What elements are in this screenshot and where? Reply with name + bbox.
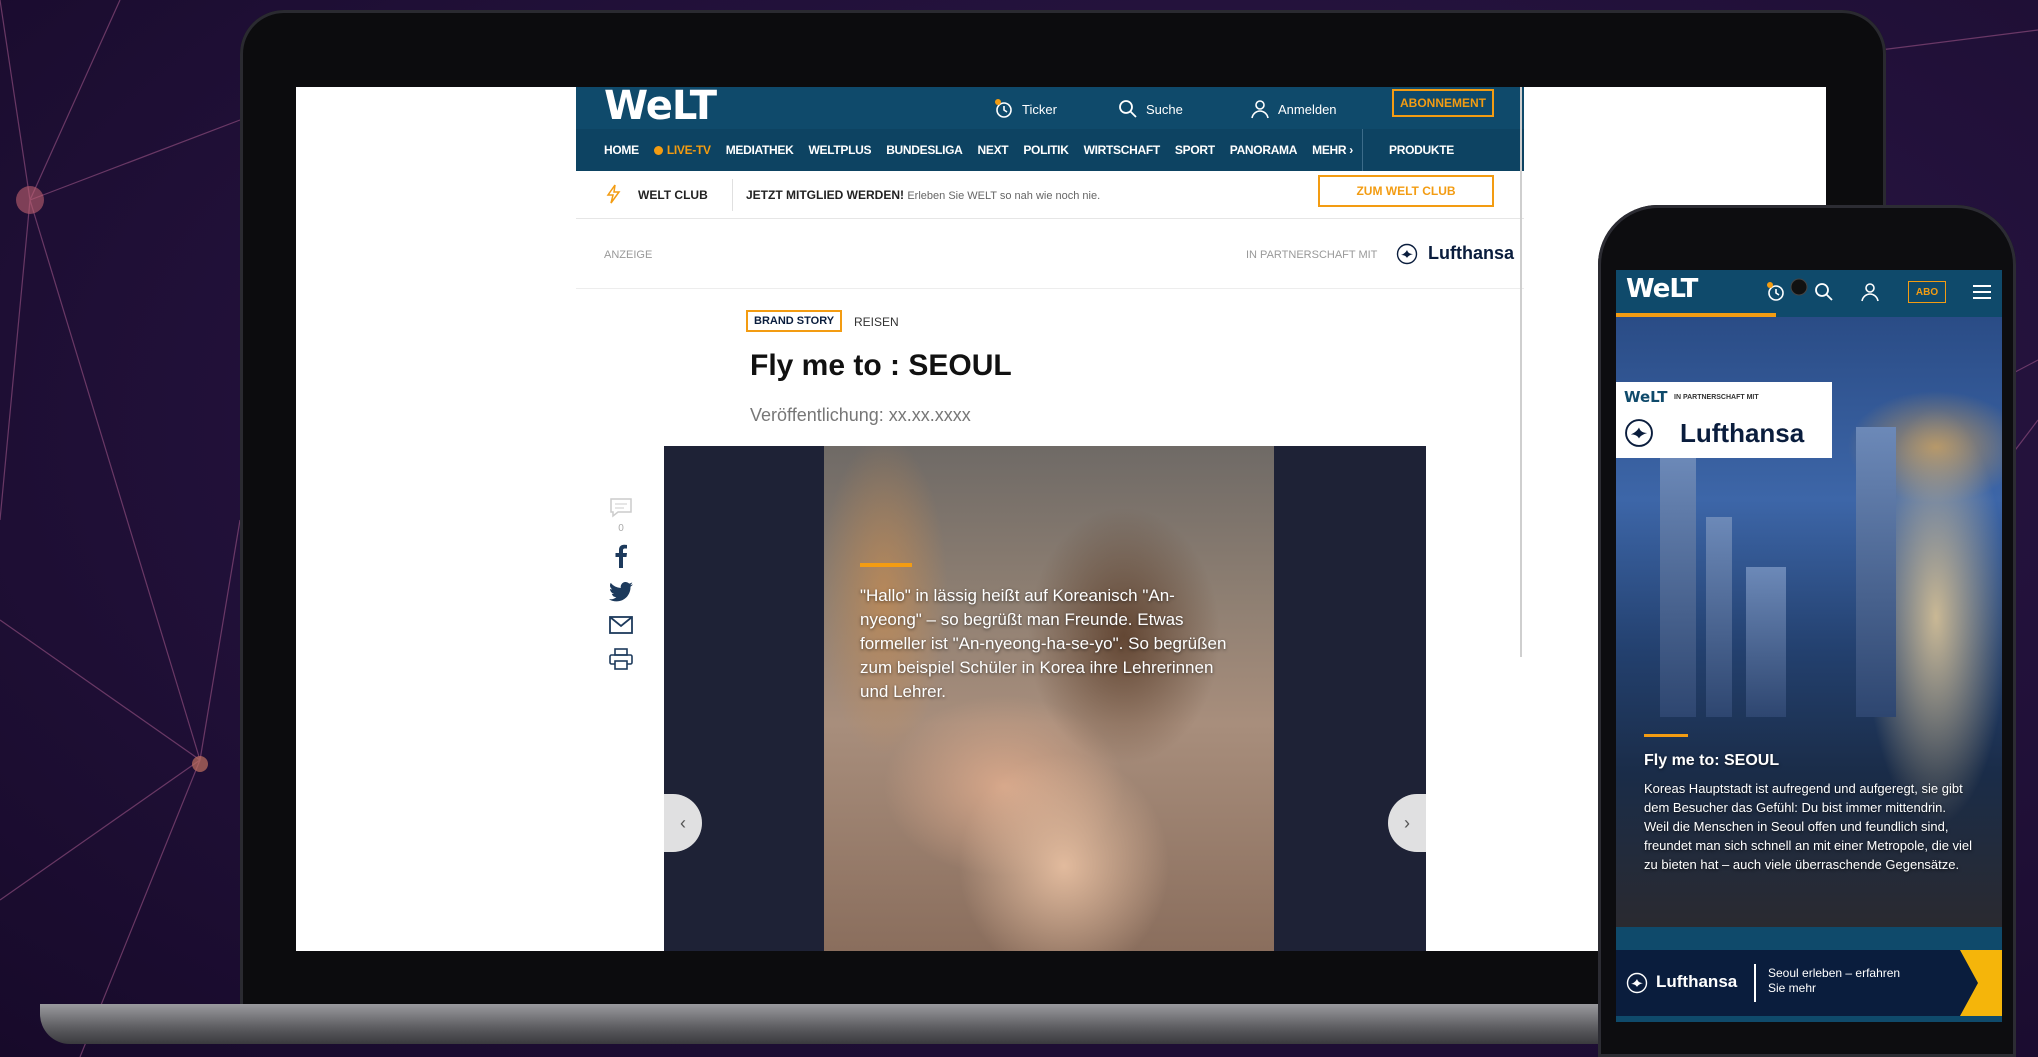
phone-welt-logo[interactable]: WeLT (1626, 274, 1698, 304)
comment-count: 0 (618, 523, 624, 534)
phone-lufthansa-ad[interactable]: Lufthansa Seoul erleben – erfahren Sie m… (1616, 950, 2002, 1016)
phone-abo-button[interactable]: ABO (1908, 281, 1946, 303)
welt-club-bar: WELT CLUB JETZT MITGLIED WERDEN! Erleben… (576, 171, 1524, 219)
nav-item-panorama[interactable]: PANORAMA (1230, 143, 1298, 157)
ticker-icon (995, 99, 1012, 118)
phone-ad-crane-icon (1626, 972, 1648, 994)
nav-item-live-tv[interactable]: LIVE-TV (654, 143, 711, 157)
phone-screen: WeLT ABO WeLT IN PARTNERSCHAFT MIT Lufth… (1616, 270, 2002, 1022)
slide-caption: "Hallo" in lässig heißt auf Koreanisch "… (860, 586, 1227, 701)
welt-article-page: WeLT Ticker Suche Anmelden ABONNEMENT HO… (576, 87, 1524, 951)
slider-next-button[interactable]: › (1388, 794, 1426, 852)
phone-lufthansa-crane-icon (1625, 419, 1653, 447)
phone-ad-divider (1754, 964, 1756, 1002)
nav-divider (1362, 129, 1363, 171)
lufthansa-crane-icon[interactable] (1396, 243, 1418, 265)
phone-user-icon[interactable] (1860, 282, 1880, 302)
nav-item-wirtschaft[interactable]: WIRTSCHAFT (1084, 143, 1161, 157)
phone-hero-seoul[interactable]: WeLT IN PARTNERSCHAFT MIT Lufthansa Fly … (1616, 317, 2002, 973)
ticker-label: Ticker (1022, 101, 1057, 117)
nav-item-home[interactable]: HOME (604, 143, 639, 157)
ad-label: ANZEIGE (604, 249, 653, 261)
phone-partner-box: WeLT IN PARTNERSCHAFT MIT Lufthansa (1616, 382, 1832, 458)
skyline-building (1706, 517, 1732, 717)
phone-search-icon[interactable] (1814, 282, 1834, 302)
phone-ad-text: Seoul erleben – erfahren Sie mehr (1768, 966, 1901, 995)
login-label: Anmelden (1278, 101, 1337, 117)
club-divider (732, 179, 733, 211)
club-cta-text: Erleben Sie WELT so nah wie noch nie. (907, 190, 1101, 202)
slide-photo-couple: "Hallo" in lässig heißt auf Koreanisch "… (824, 446, 1274, 951)
phone-live-dot-icon (1790, 278, 1808, 296)
comment-icon[interactable] (609, 497, 633, 519)
nav-item-sport[interactable]: SPORT (1175, 143, 1215, 157)
search-link[interactable]: Suche (1118, 99, 1183, 119)
nav-item-mehr[interactable]: MEHR › (1312, 143, 1353, 157)
phone-ad-arrow (1960, 950, 2002, 1016)
page-edge-line (1520, 87, 1522, 657)
mail-icon[interactable] (609, 616, 633, 634)
skyline-building (1856, 427, 1896, 717)
main-nav: HOME LIVE-TV MEDIATHEK WELTPLUS BUNDESLI… (576, 129, 1524, 171)
login-link[interactable]: Anmelden (1250, 99, 1337, 119)
search-icon (1119, 100, 1137, 118)
welt-club-label: WELT CLUB (638, 188, 708, 202)
ad-bar: ANZEIGE IN PARTNERSCHAFT MIT Lufthansa (576, 219, 1524, 289)
nav-item-produkte[interactable]: PRODUKTE (1389, 143, 1454, 157)
nav-item-next[interactable]: NEXT (978, 143, 1009, 157)
phone-partner-name: Lufthansa (1680, 418, 1805, 448)
abonnement-button[interactable]: ABONNEMENT (1392, 89, 1494, 117)
phone-partner-welt-logo: WeLT (1624, 388, 1668, 406)
lufthansa-logo-text[interactable]: Lufthansa (1428, 243, 1514, 264)
nav-item-bundesliga[interactable]: BUNDESLIGA (886, 143, 963, 157)
article-date: Veröffentlichung: xx.xx.xxxx (750, 405, 971, 425)
facebook-icon[interactable] (614, 544, 628, 568)
laptop-screen: WeLT Ticker Suche Anmelden ABONNEMENT HO… (296, 87, 1826, 951)
slide-accent-line (860, 563, 912, 567)
welt-logo[interactable]: WeLT (604, 87, 717, 129)
phone-header: WeLT ABO (1616, 270, 2002, 314)
club-cta-bold: JETZT MITGLIED WERDEN! (746, 188, 904, 202)
laptop-base (40, 1004, 1740, 1044)
phone-hero-title: Fly me to: SEOUL (1644, 752, 1780, 769)
phone-partner-label: IN PARTNERSCHAFT MIT (1674, 394, 1759, 401)
skyline-building (1660, 457, 1696, 717)
partner-label: IN PARTNERSCHAFT MIT (1246, 249, 1378, 261)
lightning-icon (606, 184, 621, 204)
search-label: Suche (1146, 101, 1183, 117)
ticker-link[interactable]: Ticker (994, 99, 1057, 119)
print-icon[interactable] (609, 648, 633, 670)
image-slider: "Hallo" in lässig heißt auf Koreanisch "… (664, 446, 1426, 951)
skyline-building (1746, 567, 1786, 717)
welt-club-button[interactable]: ZUM WELT CLUB (1318, 175, 1494, 207)
brand-story-tag: BRAND STORY (746, 310, 843, 332)
nav-item-mediathek[interactable]: MEDIATHEK (726, 143, 794, 157)
nav-item-politik[interactable]: POLITIK (1023, 143, 1069, 157)
slider-prev-button[interactable]: ‹ (664, 794, 702, 852)
twitter-icon[interactable] (609, 582, 633, 602)
article-title: Fly me to : SEOUL (750, 349, 1012, 382)
hamburger-menu-icon[interactable] (1972, 282, 1992, 302)
section-tag[interactable]: REISEN (854, 315, 899, 329)
phone-hero-text: Koreas Hauptstadt ist aufregend und aufg… (1644, 781, 1973, 872)
club-cta: JETZT MITGLIED WERDEN! Erleben Sie WELT … (746, 188, 1100, 202)
share-column: 0 (606, 497, 636, 684)
welt-header: WeLT Ticker Suche Anmelden ABONNEMENT (576, 87, 1524, 129)
user-icon (1251, 100, 1269, 119)
nav-item-weltplus[interactable]: WELTPLUS (808, 143, 871, 157)
phone-hero-accent (1644, 734, 1688, 737)
phone-ticker-icon[interactable] (1766, 282, 1786, 302)
phone-ad-brand: Lufthansa (1656, 972, 1738, 991)
